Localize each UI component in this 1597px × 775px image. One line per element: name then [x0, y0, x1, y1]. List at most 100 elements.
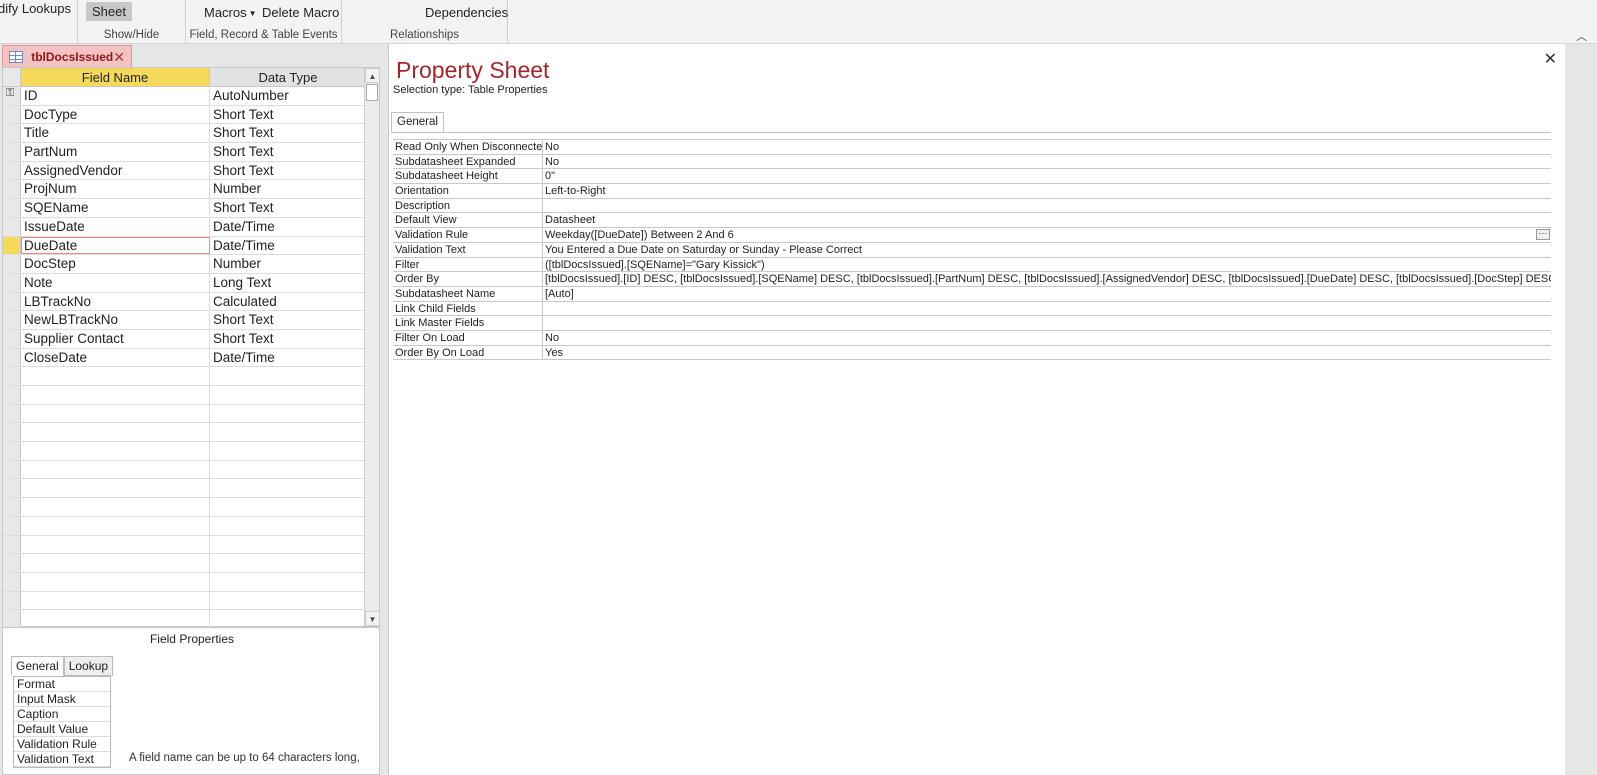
- macros-button[interactable]: Macros ▼: [204, 5, 257, 20]
- row-selector[interactable]: [3, 124, 21, 143]
- field-property-item[interactable]: Input Mask: [14, 692, 110, 707]
- data-type-cell[interactable]: Date/Time: [210, 349, 366, 367]
- field-name-cell[interactable]: Title: [21, 124, 210, 143]
- field-name-cell[interactable]: [21, 498, 210, 516]
- field-name-cell[interactable]: [21, 367, 210, 385]
- field-name-cell[interactable]: SQEName: [21, 199, 210, 217]
- tab-general[interactable]: General: [11, 656, 64, 676]
- table-row[interactable]: DocType Short Text: [3, 105, 366, 125]
- pane-splitter[interactable]: [380, 44, 388, 775]
- property-value[interactable]: [543, 199, 1551, 213]
- row-selector[interactable]: [3, 180, 21, 199]
- row-selector[interactable]: [3, 236, 21, 255]
- data-type-cell[interactable]: Calculated: [210, 293, 366, 311]
- property-value[interactable]: No: [543, 155, 1551, 169]
- primary-key-icon[interactable]: [3, 87, 21, 105]
- data-type-cell[interactable]: [210, 610, 366, 628]
- field-name-cell[interactable]: DocStep: [21, 255, 210, 273]
- table-row[interactable]: [3, 535, 366, 555]
- field-name-cell[interactable]: PartNum: [21, 143, 210, 161]
- table-row[interactable]: [3, 404, 366, 424]
- row-selector[interactable]: [3, 498, 21, 516]
- row-selector[interactable]: [3, 572, 21, 591]
- row-selector[interactable]: [3, 367, 21, 385]
- data-type-cell[interactable]: [210, 461, 366, 479]
- data-type-cell[interactable]: Date/Time: [210, 218, 366, 236]
- data-type-cell[interactable]: Short Text: [210, 311, 366, 329]
- table-row[interactable]: Title Short Text: [3, 124, 366, 144]
- property-value[interactable]: [tblDocsIssued].[ID] DESC, [tblDocsIssue…: [543, 272, 1551, 286]
- field-name-cell[interactable]: [21, 572, 210, 591]
- property-value[interactable]: Left-to-Right: [543, 184, 1551, 198]
- field-property-item[interactable]: Validation Rule: [14, 737, 110, 752]
- table-row[interactable]: [3, 367, 366, 386]
- field-property-item[interactable]: Default Value: [14, 722, 110, 737]
- data-type-cell[interactable]: [210, 554, 366, 572]
- modify-lookups-button[interactable]: dify Lookups: [0, 1, 71, 16]
- data-type-cell[interactable]: [210, 405, 366, 423]
- data-type-cell[interactable]: Number: [210, 255, 366, 273]
- table-row[interactable]: ProjNum Number: [3, 180, 366, 200]
- field-property-item[interactable]: Caption: [14, 707, 110, 722]
- builder-button[interactable]: ···: [1536, 229, 1550, 241]
- data-type-cell[interactable]: [210, 367, 366, 385]
- table-row[interactable]: [3, 591, 366, 611]
- row-selector[interactable]: [3, 479, 21, 498]
- field-name-cell[interactable]: [21, 479, 210, 498]
- row-selector[interactable]: [3, 460, 21, 479]
- table-row[interactable]: AssignedVendor Short Text: [3, 161, 366, 181]
- table-row[interactable]: DocStep Number: [3, 255, 366, 274]
- field-name-cell[interactable]: LBTrackNo: [21, 292, 210, 311]
- row-selector[interactable]: [3, 591, 21, 610]
- close-icon[interactable]: ✕: [113, 50, 125, 64]
- data-type-cell[interactable]: [210, 442, 366, 460]
- field-name-cell[interactable]: ProjNum: [21, 180, 210, 199]
- field-name-cell[interactable]: [21, 423, 210, 442]
- data-type-cell[interactable]: [210, 386, 366, 404]
- row-selector[interactable]: [3, 554, 21, 572]
- data-type-cell[interactable]: Long Text: [210, 274, 366, 292]
- field-name-cell[interactable]: CloseDate: [21, 348, 210, 367]
- row-selector[interactable]: [3, 199, 21, 217]
- field-name-cell[interactable]: [21, 442, 210, 460]
- field-name-cell[interactable]: [21, 554, 210, 572]
- row-selector[interactable]: [3, 217, 21, 236]
- scroll-thumb[interactable]: [366, 84, 378, 101]
- field-property-item[interactable]: Validation Text: [14, 752, 110, 767]
- field-name-cell[interactable]: ID: [21, 87, 210, 105]
- data-type-cell[interactable]: Short Text: [210, 124, 366, 142]
- row-selector[interactable]: [3, 610, 21, 628]
- row-selector[interactable]: [3, 255, 21, 273]
- row-selector[interactable]: [3, 386, 21, 404]
- row-selector[interactable]: [3, 292, 21, 311]
- data-type-cell[interactable]: Short Text: [210, 162, 366, 180]
- scroll-up-icon[interactable]: ▲: [365, 68, 380, 83]
- property-value[interactable]: [543, 316, 1551, 330]
- property-value[interactable]: You Entered a Due Date on Saturday or Su…: [543, 243, 1551, 257]
- field-name-cell[interactable]: DueDate: [21, 236, 210, 255]
- field-name-cell[interactable]: AssignedVendor: [21, 161, 210, 180]
- field-name-cell[interactable]: [21, 516, 210, 535]
- tab-general[interactable]: General: [391, 112, 444, 132]
- table-row[interactable]: [3, 442, 366, 461]
- property-value[interactable]: Datasheet: [543, 213, 1551, 227]
- row-selector[interactable]: [3, 329, 21, 348]
- scroll-down-icon[interactable]: ▼: [365, 611, 380, 626]
- table-row[interactable]: [3, 554, 366, 573]
- data-type-cell[interactable]: [210, 498, 366, 516]
- data-type-cell[interactable]: [210, 517, 366, 535]
- field-name-cell[interactable]: DocType: [21, 105, 210, 124]
- row-selector[interactable]: [3, 442, 21, 460]
- close-icon[interactable]: ✕: [1544, 49, 1557, 69]
- table-row[interactable]: [3, 516, 366, 536]
- table-row[interactable]: [3, 479, 366, 499]
- field-name-cell[interactable]: Note: [21, 273, 210, 292]
- field-name-cell[interactable]: [21, 386, 210, 404]
- table-row[interactable]: LBTrackNo Calculated: [3, 292, 366, 312]
- row-selector[interactable]: [3, 348, 21, 367]
- table-row[interactable]: CloseDate Date/Time: [3, 348, 366, 368]
- property-value[interactable]: No: [543, 140, 1551, 154]
- field-name-cell[interactable]: [21, 460, 210, 479]
- field-name-cell[interactable]: [21, 404, 210, 423]
- table-row[interactable]: PartNum Short Text: [3, 143, 366, 162]
